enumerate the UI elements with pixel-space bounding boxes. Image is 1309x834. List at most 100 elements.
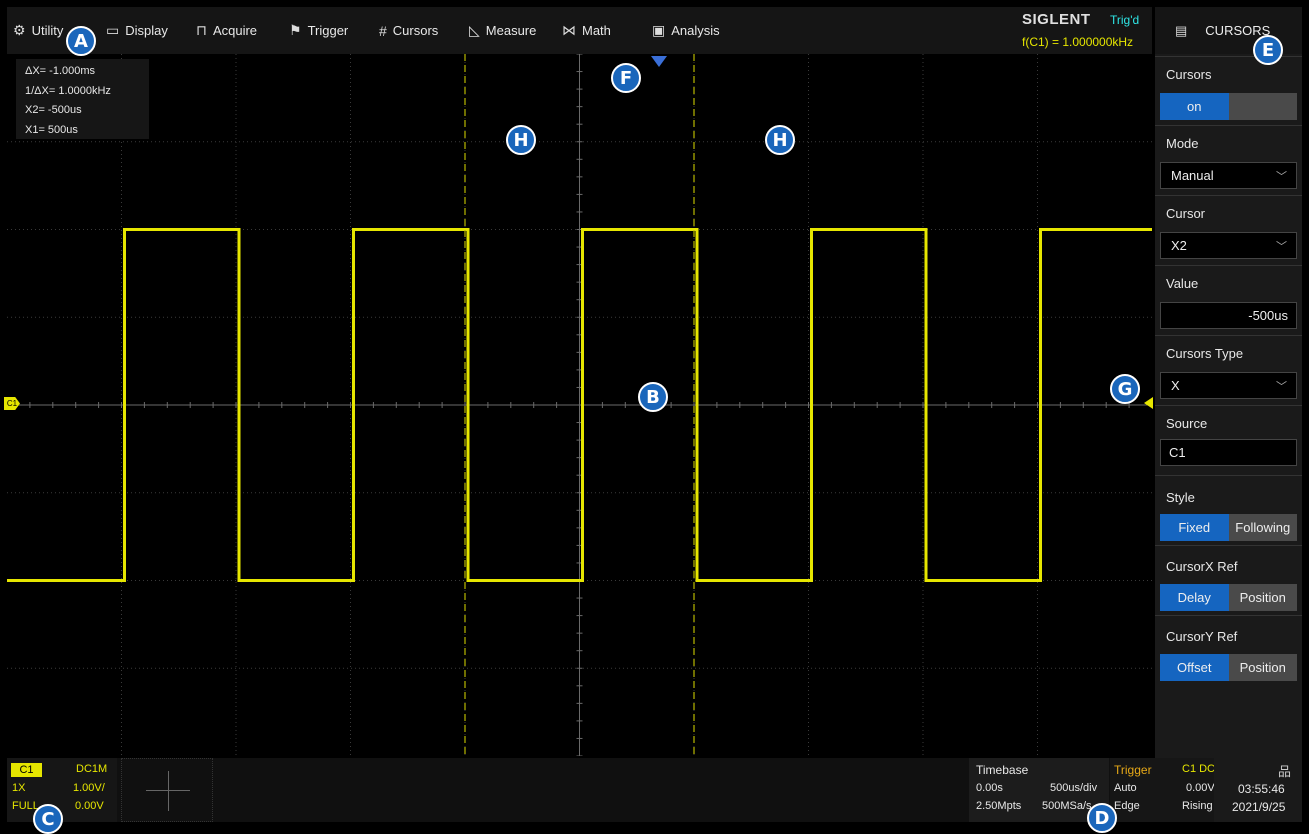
cursory-ref-label: CursorY Ref (1166, 629, 1238, 644)
style-following-option[interactable]: Following (1228, 514, 1297, 541)
callout-badge: B (638, 382, 668, 412)
menu-display[interactable]: ▭ Display (106, 7, 168, 54)
callout-badge: H (506, 125, 536, 155)
clock-area: 品 03:55:46 2021/9/25 (1214, 758, 1302, 822)
x2-readout: X2= -500us (25, 104, 82, 116)
menu-math[interactable]: ⋈ Math (562, 7, 611, 54)
source-value: C1 (1169, 445, 1186, 460)
graticule (7, 54, 1152, 756)
cursors-type-label: Cursors Type (1166, 346, 1244, 361)
acquire-icon: ⊓ (196, 22, 207, 38)
plus-icon (122, 759, 212, 821)
trigger-type: Edge (1114, 800, 1140, 812)
flag-icon: ⚑ (289, 22, 302, 38)
cursors-type-dropdown[interactable]: X ﹀ (1160, 372, 1297, 399)
value-section: Value -500us (1155, 265, 1302, 334)
network-icon: 品 (1278, 764, 1292, 779)
menu-label: Math (582, 23, 611, 38)
analysis-icon: ▣ (652, 22, 666, 38)
callout-badge: C (33, 804, 63, 834)
channel-offset: 0.00V (75, 800, 104, 812)
trigger-source: C1 DC (1182, 763, 1216, 775)
channel-add-slot[interactable] (121, 758, 213, 822)
menu-label: Acquire (212, 23, 258, 38)
cursory-ref-section: CursorY Ref Offset Position (1155, 615, 1302, 687)
waveform-display[interactable] (7, 54, 1152, 756)
callout-badge: H (765, 125, 795, 155)
menu-label: Utility (31, 23, 64, 38)
xref-position-option[interactable]: Position (1228, 584, 1297, 611)
cursors-grid-icon: # (379, 22, 387, 39)
cursors-section: Cursors on (1155, 56, 1302, 124)
cursor-value: X2 (1171, 238, 1187, 253)
menu-analysis[interactable]: ▣ Analysis (652, 7, 720, 54)
x1-readout: X1= 500us (25, 123, 78, 136)
cursors-toggle[interactable]: on (1160, 93, 1297, 120)
clock-date: 2021/9/25 (1232, 800, 1286, 814)
math-icon: ⋈ (562, 22, 576, 38)
channel-1-label: C1 (11, 763, 42, 777)
cursors-off-option[interactable] (1228, 93, 1297, 120)
gear-icon: ⚙ (13, 22, 26, 38)
trigger-info[interactable]: Trigger C1 DC Auto 0.00V Edge Rising (1110, 758, 1220, 822)
menu-trigger[interactable]: ⚑ Trigger (289, 7, 348, 54)
chevron-down-icon: ﹀ (1276, 171, 1287, 183)
menu-acquire[interactable]: ⊓ Acquire (196, 7, 257, 54)
monitor-icon: ▭ (106, 22, 120, 38)
cursor-readout: ΔX= -1.000ms 1/ΔX= 1.0000kHz X2= -500us … (16, 59, 149, 139)
channel-1-info[interactable]: C1 DC1M 1X 1.00V/ FULL 0.00V (7, 758, 117, 822)
trigger-mode: Auto (1114, 782, 1137, 794)
style-label: Style (1166, 490, 1195, 505)
measure-icon: ◺ (469, 22, 480, 38)
yref-offset-option[interactable]: Offset (1160, 654, 1229, 681)
frequency-counter: f(C1) = 1.000000kHz (1022, 35, 1134, 49)
menu-label: Trigger (307, 23, 349, 38)
timebase-label: Timebase (976, 763, 1029, 777)
mode-dropdown[interactable]: Manual ﹀ (1160, 162, 1297, 189)
trigger-level-marker[interactable] (1144, 397, 1153, 409)
yref-position-option[interactable]: Position (1228, 654, 1297, 681)
callout-badge: D (1087, 803, 1117, 833)
cursors-on-option[interactable]: on (1160, 93, 1229, 120)
bottom-status-bar: C1 DC1M 1X 1.00V/ FULL 0.00V Timebase 0.… (7, 758, 1220, 822)
cursorx-ref-toggle[interactable]: Delay Position (1160, 584, 1297, 611)
channel-probe: 1X (12, 782, 26, 794)
source-selector[interactable]: C1 (1160, 439, 1297, 466)
value-text: -500us (1248, 308, 1288, 323)
value-input[interactable]: -500us (1160, 302, 1297, 329)
chevron-down-icon: ﹀ (1276, 381, 1287, 393)
mode-section: Mode Manual ﹀ (1155, 125, 1302, 194)
sample-rate: 500MSa/s (1042, 800, 1092, 812)
inverse-delta-x-readout: 1/ΔX= 1.0000kHz (25, 84, 111, 97)
brand-logo: SIGLENT (1022, 11, 1091, 28)
cursor-dropdown[interactable]: X2 ﹀ (1160, 232, 1297, 259)
cursor-label: Cursor (1166, 206, 1206, 221)
menu-cursors[interactable]: # Cursors (379, 7, 438, 54)
cursors-type-section: Cursors Type X ﹀ (1155, 335, 1302, 404)
channel-1-name: C1 (19, 764, 34, 776)
callout-badge: G (1110, 374, 1140, 404)
trigger-position-pointer[interactable] (651, 56, 667, 67)
cursors-panel: ▤ CURSORS Cursors on Mode Manual ﹀ Curso… (1155, 7, 1302, 822)
callout-badge: F (611, 63, 641, 93)
style-fixed-option[interactable]: Fixed (1160, 514, 1229, 541)
delta-x-readout: ΔX= -1.000ms (25, 65, 96, 77)
style-toggle[interactable]: Fixed Following (1160, 514, 1297, 541)
menu-measure[interactable]: ◺ Measure (469, 7, 536, 54)
channel-marker-label: C1 (6, 399, 18, 408)
cursory-ref-toggle[interactable]: Offset Position (1160, 654, 1297, 681)
source-section: Source C1 (1155, 405, 1302, 474)
trigger-status: Trig'd (1110, 13, 1140, 27)
channel-scale: 1.00V/ (73, 782, 105, 794)
top-menu-bar: ⚙ Utility ▭ Display ⊓ Acquire ⚑ Trigger # Cur… (7, 7, 1152, 54)
channel-coupling: DC1M (76, 763, 108, 775)
cursorx-ref-section: CursorX Ref Delay Position (1155, 545, 1302, 614)
mode-label: Mode (1166, 136, 1199, 151)
menu-utility[interactable]: ⚙ Utility (13, 7, 63, 54)
cursors-label: Cursors (1166, 67, 1212, 82)
trigger-level: 0.00V (1186, 782, 1215, 794)
trigger-slope: Rising (1182, 800, 1213, 812)
cursors-type-value: X (1171, 378, 1180, 393)
xref-delay-option[interactable]: Delay (1160, 584, 1229, 611)
timebase-scale: 500us/div (1050, 782, 1098, 794)
